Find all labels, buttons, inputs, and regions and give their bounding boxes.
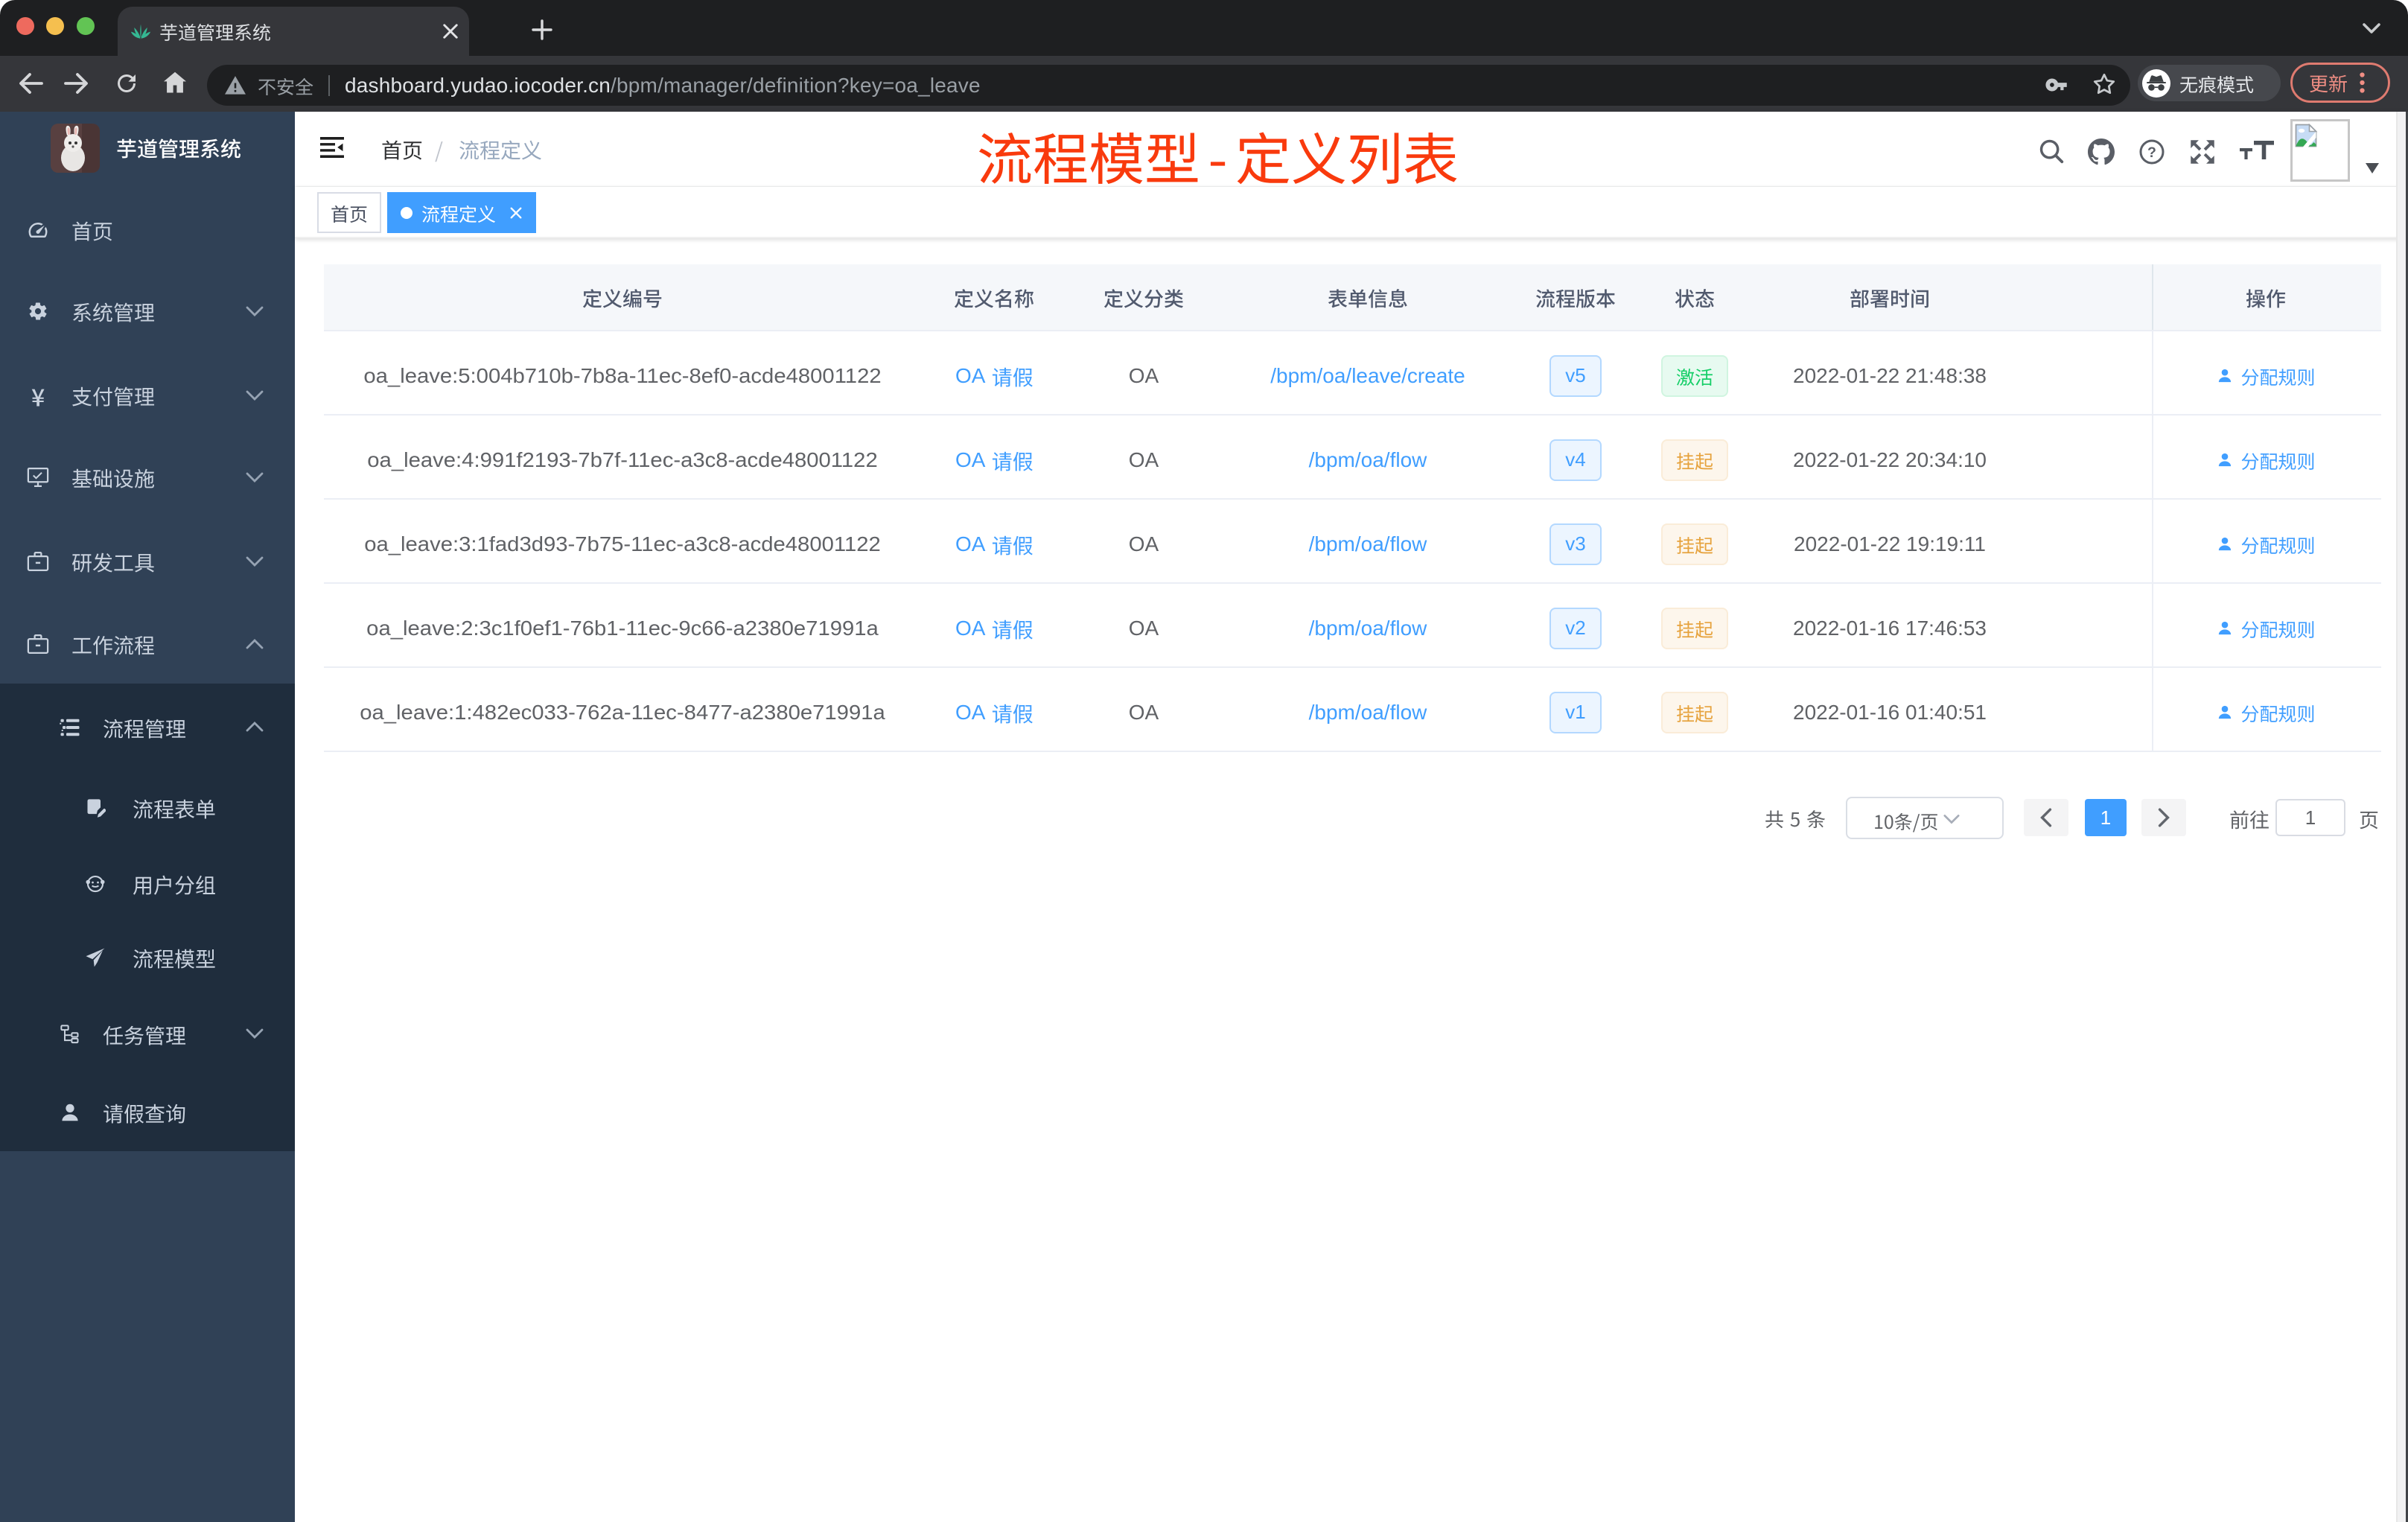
- svg-text:?: ?: [2147, 144, 2156, 161]
